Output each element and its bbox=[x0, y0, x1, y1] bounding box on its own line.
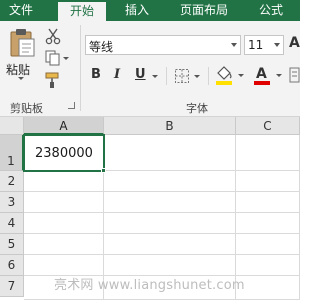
format-painter-button[interactable] bbox=[42, 70, 64, 90]
row-header-7[interactable]: 7 bbox=[0, 276, 24, 297]
fill-handle[interactable] bbox=[101, 168, 106, 173]
cell-a5[interactable] bbox=[24, 234, 104, 255]
chevron-down-icon bbox=[231, 43, 237, 47]
tab-insert[interactable]: 插入 bbox=[116, 0, 158, 21]
clipboard-group-label: 剪贴板 bbox=[10, 102, 43, 115]
clipboard-icon bbox=[10, 29, 35, 57]
cell-b3[interactable] bbox=[104, 192, 236, 213]
cell-a4[interactable] bbox=[24, 213, 104, 234]
cell-c6[interactable] bbox=[236, 255, 300, 276]
cell-c4[interactable] bbox=[236, 213, 300, 234]
cell-c1[interactable] bbox=[236, 135, 300, 171]
cell-b4[interactable] bbox=[104, 213, 236, 234]
cut-button[interactable] bbox=[42, 26, 64, 46]
cell-c7[interactable] bbox=[236, 276, 300, 300]
row-header-5[interactable]: 5 bbox=[0, 234, 24, 255]
paintbrush-icon bbox=[45, 72, 59, 88]
cell-b1[interactable] bbox=[104, 135, 236, 171]
row-header-2[interactable]: 2 bbox=[0, 171, 24, 192]
divider bbox=[208, 67, 209, 85]
italic-icon: I bbox=[114, 67, 121, 82]
paste-label: 粘贴 bbox=[6, 63, 31, 77]
font-name-select[interactable]: 等线 bbox=[85, 35, 241, 55]
chevron-down-icon bbox=[63, 57, 69, 60]
cell-c3[interactable] bbox=[236, 192, 300, 213]
font-size-select[interactable]: 11 bbox=[244, 35, 284, 55]
font-color-button[interactable]: A bbox=[252, 64, 284, 86]
phonetic-icon bbox=[289, 67, 300, 83]
font-size-value: 11 bbox=[248, 38, 264, 52]
paint-bucket-icon bbox=[216, 66, 232, 85]
worksheet-grid: A B C 1 2 3 4 5 6 7 2380000 bbox=[0, 117, 300, 300]
increase-font-size-button[interactable]: A bbox=[288, 34, 302, 54]
ribbon: 粘贴 剪贴板 等线 11 A B I U A 字体 bbox=[0, 21, 300, 117]
cell-c5[interactable] bbox=[236, 234, 300, 255]
font-color-icon: A bbox=[254, 66, 270, 85]
menu-bar: 文件 开始 插入 页面布局 公式 bbox=[0, 0, 300, 21]
dialog-launcher-icon[interactable] bbox=[68, 102, 75, 109]
copy-button[interactable] bbox=[42, 48, 69, 68]
fill-color-button[interactable] bbox=[214, 64, 246, 86]
underline-button[interactable]: U bbox=[132, 66, 160, 86]
cell-a6[interactable] bbox=[24, 255, 104, 276]
column-header-c[interactable]: C bbox=[236, 117, 300, 135]
font-group-label: 字体 bbox=[186, 102, 208, 115]
paste-button[interactable]: 粘贴 bbox=[4, 27, 38, 80]
copy-icon bbox=[45, 50, 60, 66]
row-header-4[interactable]: 4 bbox=[0, 213, 24, 234]
tab-file[interactable]: 文件 bbox=[0, 0, 42, 21]
bold-icon: B bbox=[91, 67, 101, 82]
chevron-down-icon bbox=[18, 77, 24, 80]
chevron-down-icon bbox=[238, 74, 244, 77]
chevron-down-icon bbox=[152, 75, 158, 78]
borders-button[interactable] bbox=[172, 66, 202, 86]
chevron-down-icon bbox=[276, 74, 282, 77]
chevron-down-icon bbox=[274, 43, 280, 47]
cell-c2[interactable] bbox=[236, 171, 300, 192]
chevron-down-icon bbox=[194, 75, 200, 78]
underline-icon: U bbox=[135, 67, 146, 82]
cell-a2[interactable] bbox=[24, 171, 104, 192]
row-header-1[interactable]: 1 bbox=[0, 135, 24, 171]
tab-home[interactable]: 开始 bbox=[58, 2, 106, 21]
tab-page-layout[interactable]: 页面布局 bbox=[170, 0, 238, 21]
phonetic-button[interactable] bbox=[289, 66, 301, 86]
svg-text:A: A bbox=[256, 66, 267, 82]
select-all-corner[interactable] bbox=[0, 117, 24, 135]
column-header-a[interactable]: A bbox=[24, 117, 104, 135]
row-header-6[interactable]: 6 bbox=[0, 255, 24, 276]
tab-formulas[interactable]: 公式 bbox=[250, 0, 292, 21]
cell-b6[interactable] bbox=[104, 255, 236, 276]
group-divider bbox=[80, 25, 81, 111]
scissors-icon bbox=[45, 28, 61, 45]
row-header-3[interactable]: 3 bbox=[0, 192, 24, 213]
cell-b5[interactable] bbox=[104, 234, 236, 255]
bold-button[interactable]: B bbox=[88, 66, 104, 86]
borders-icon bbox=[175, 69, 189, 83]
column-header-b[interactable]: B bbox=[104, 117, 236, 135]
watermark: 亮术网 www.liangshunet.com bbox=[54, 278, 245, 293]
divider bbox=[166, 67, 167, 85]
font-name-value: 等线 bbox=[89, 40, 114, 54]
cell-a3[interactable] bbox=[24, 192, 104, 213]
font-grow-icon: A bbox=[289, 35, 300, 51]
italic-button[interactable]: I bbox=[110, 66, 126, 86]
cell-b2[interactable] bbox=[104, 171, 236, 192]
active-cell-selection bbox=[23, 134, 105, 172]
